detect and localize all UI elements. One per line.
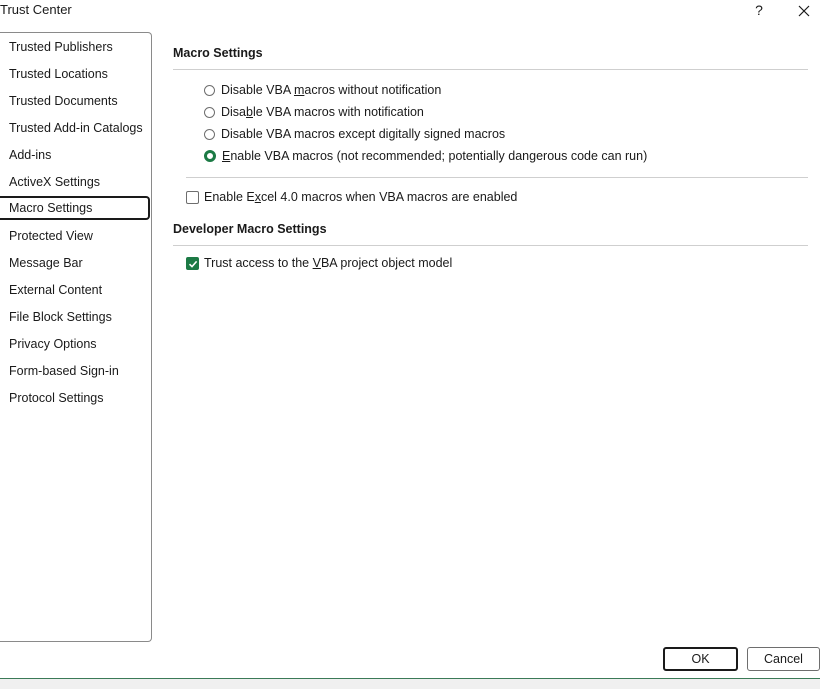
radio-label: Disable VBA macros with notification (221, 105, 424, 119)
sidebar-item-trusted-add-in-catalogs[interactable]: Trusted Add-in Catalogs (9, 116, 149, 140)
sidebar-item-message-bar[interactable]: Message Bar (9, 251, 149, 275)
radio-label: Disable VBA macros except digitally sign… (221, 127, 506, 141)
radio-disable-except-signed[interactable]: Disable VBA macros except digitally sign… (204, 125, 505, 143)
sidebar-item-macro-settings[interactable]: Macro Settings (0, 196, 150, 220)
sidebar-item-add-ins[interactable]: Add-ins (9, 143, 149, 167)
ok-button[interactable]: OK (663, 647, 738, 671)
radio-disable-with-notification[interactable]: Disable VBA macros with notification (204, 103, 424, 121)
title-bar: Trust Center ? (0, 0, 820, 22)
macro-heading-divider (173, 69, 808, 70)
sidebar-nav: Trusted Publishers Trusted Locations Tru… (0, 32, 152, 642)
radio-label: Enable VBA macros (not recommended; pote… (222, 149, 648, 163)
sidebar-item-trusted-documents[interactable]: Trusted Documents (9, 89, 149, 113)
checkbox-enable-excel4-macros[interactable]: Enable Excel 4.0 macros when VBA macros … (186, 188, 517, 206)
sidebar-item-protocol-settings[interactable]: Protocol Settings (9, 386, 149, 410)
radio-button[interactable] (204, 84, 215, 96)
sidebar-item-external-content[interactable]: External Content (9, 278, 149, 302)
checkbox[interactable] (186, 190, 199, 204)
checkmark-icon (188, 260, 198, 268)
sidebar-item-protected-view[interactable]: Protected View (9, 224, 149, 248)
developer-heading-divider (173, 245, 808, 246)
macro-settings-heading: Macro Settings (173, 46, 263, 60)
radio-enable-vba-macros[interactable]: Enable VBA macros (not recommended; pote… (204, 147, 647, 165)
radio-disable-without-notification[interactable]: Disable VBA macros without notification (204, 81, 441, 99)
cancel-button[interactable]: Cancel (747, 647, 820, 671)
developer-macro-settings-heading: Developer Macro Settings (173, 222, 327, 236)
checkbox-label: Trust access to the VBA project object m… (204, 256, 453, 270)
sidebar-item-form-based-sign-in[interactable]: Form-based Sign-in (9, 359, 149, 383)
checkbox-trust-vba-object-model[interactable]: Trust access to the VBA project object m… (186, 254, 452, 272)
sidebar-item-activex-settings[interactable]: ActiveX Settings (9, 170, 149, 194)
sidebar-item-privacy-options[interactable]: Privacy Options (9, 332, 149, 356)
close-button[interactable] (795, 2, 813, 20)
options-divider (186, 177, 808, 178)
help-button[interactable]: ? (752, 2, 766, 20)
checkbox-checked[interactable] (186, 256, 199, 270)
sidebar-item-trusted-publishers[interactable]: Trusted Publishers (9, 35, 149, 59)
radio-label: Disable VBA macros without notification (221, 83, 442, 97)
bottom-edge (0, 678, 820, 689)
sidebar-item-trusted-locations[interactable]: Trusted Locations (9, 62, 149, 86)
radio-button[interactable] (204, 106, 215, 118)
radio-button-selected[interactable] (204, 150, 216, 162)
sidebar-item-file-block-settings[interactable]: File Block Settings (9, 305, 149, 329)
close-icon (798, 5, 810, 17)
window-title: Trust Center (0, 2, 72, 17)
radio-button[interactable] (204, 128, 215, 140)
checkbox-label: Enable Excel 4.0 macros when VBA macros … (204, 190, 518, 204)
